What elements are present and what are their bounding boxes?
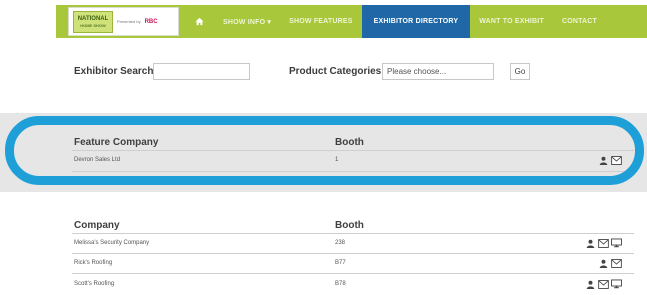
nav-home[interactable] [185, 5, 214, 38]
logo-badge: NATIONAL HOME SHOW [73, 10, 113, 33]
booth-number: B77 [335, 260, 346, 266]
monitor-icon[interactable] [611, 279, 622, 289]
featured-booth-header: Booth [335, 137, 364, 148]
nav-exhibitor-directory[interactable]: EXHIBITOR DIRECTORY [361, 5, 471, 38]
mail-icon[interactable] [611, 258, 622, 268]
nav-show-info[interactable]: SHOW INFO ▾ [214, 5, 280, 38]
main-nav: SHOW INFO ▾ SHOW FEATURES EXHIBITOR DIRE… [185, 5, 606, 38]
featured-row-actions [598, 155, 622, 165]
person-icon[interactable] [585, 279, 596, 289]
exhibitor-search-label: Exhibitor Search [74, 66, 154, 77]
logo-tagline: HOME SHOW [80, 23, 106, 28]
row-divider [72, 273, 634, 274]
row-actions [585, 238, 622, 248]
person-icon[interactable] [598, 258, 609, 268]
featured-section [0, 113, 647, 192]
directory-header-divider [72, 233, 634, 234]
featured-row-divider [72, 171, 634, 172]
featured-divider [72, 150, 634, 151]
product-categories-select[interactable]: Please choose... [382, 63, 494, 80]
logo-powered-by: Presented by [117, 19, 141, 24]
home-icon [195, 17, 204, 26]
person-icon[interactable] [598, 155, 609, 165]
booth-column-header: Booth [335, 220, 364, 231]
company-name[interactable]: Melissa's Security Company [74, 240, 149, 246]
booth-number: B78 [335, 281, 346, 287]
row-actions [598, 258, 622, 268]
product-categories-label: Product Categories [289, 66, 382, 77]
mail-icon[interactable] [598, 279, 609, 289]
person-icon[interactable] [585, 238, 596, 248]
go-button[interactable]: Go [510, 63, 530, 80]
booth-number: 238 [335, 240, 346, 246]
row-divider [72, 253, 634, 254]
logo-brand: RBC [144, 18, 158, 25]
row-actions [585, 279, 622, 289]
company-name[interactable]: Scott's Roofing [74, 281, 114, 287]
featured-company-name[interactable]: Devron Sales Ltd [74, 157, 120, 163]
nav-show-features[interactable]: SHOW FEATURES [280, 5, 362, 38]
featured-company-header: Feature Company [74, 137, 159, 148]
top-nav-bar: NATIONAL HOME SHOW Presented by RBC SHOW… [56, 5, 647, 38]
nav-want-to-exhibit[interactable]: WANT TO EXHIBIT [470, 5, 553, 38]
exhibitor-search-input[interactable] [153, 63, 250, 80]
mail-icon[interactable] [611, 155, 622, 165]
site-logo[interactable]: NATIONAL HOME SHOW Presented by RBC [68, 7, 179, 36]
company-column-header: Company [74, 220, 120, 231]
logo-name: NATIONAL [77, 16, 109, 22]
company-name[interactable]: Rick's Roofing [74, 260, 112, 266]
mail-icon[interactable] [598, 238, 609, 248]
monitor-icon[interactable] [611, 238, 622, 248]
featured-booth: 1 [335, 157, 339, 163]
nav-contact[interactable]: CONTACT [553, 5, 606, 38]
